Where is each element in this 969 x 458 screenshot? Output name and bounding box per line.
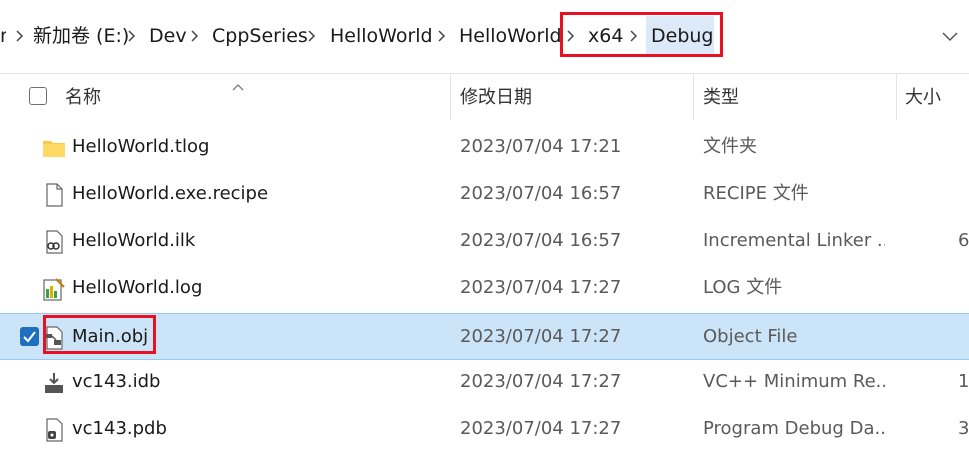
path-highlight-box — [560, 12, 723, 57]
file-row[interactable]: HelloWorld.log 2023/07/04 17:27 LOG 文件 — [0, 265, 969, 312]
select-all-checkbox[interactable] — [29, 87, 47, 105]
file-row[interactable]: HelloWorld.exe.recipe 2023/07/04 16:57 R… — [0, 171, 969, 218]
file-date: 2023/07/04 17:27 — [460, 326, 622, 347]
breadcrumb-helloworld-project[interactable]: HelloWorld — [459, 23, 562, 49]
chevron-right-icon[interactable] — [434, 23, 450, 49]
breadcrumb-helloworld[interactable]: HelloWorld — [330, 23, 433, 49]
file-date: 2023/07/04 16:57 — [460, 230, 622, 251]
column-size[interactable]: 大小 — [905, 86, 941, 110]
file-name[interactable]: vc143.pdb — [72, 416, 432, 442]
chevron-right-icon[interactable] — [124, 23, 140, 49]
file-date: 2023/07/04 17:21 — [460, 136, 622, 157]
file-name[interactable]: HelloWorld.exe.recipe — [72, 181, 432, 207]
column-divider[interactable] — [450, 74, 451, 120]
file-date: 2023/07/04 17:27 — [460, 418, 622, 439]
file-row[interactable]: vc143.pdb 2023/07/04 17:27 Program Debug… — [0, 406, 969, 453]
log-file-icon — [42, 277, 66, 301]
file-row[interactable]: HelloWorld.ilk 2023/07/04 16:57 Incremen… — [0, 218, 969, 265]
sort-ascending-icon — [231, 76, 245, 91]
file-size: 1 — [958, 371, 969, 392]
column-divider[interactable] — [896, 74, 897, 120]
file-type: Incremental Linker ... — [703, 230, 885, 251]
column-divider[interactable] — [693, 74, 694, 120]
file-name[interactable]: HelloWorld.log — [72, 275, 432, 301]
file-type: RECIPE 文件 — [703, 183, 809, 204]
address-bar[interactable]: n 新加卷 (E:) Dev CppSeries HelloWorld Hell… — [0, 0, 969, 73]
file-type: VC++ Minimum Re... — [703, 371, 885, 392]
column-type[interactable]: 类型 — [703, 86, 739, 110]
chevron-right-icon[interactable] — [12, 23, 28, 49]
breadcrumb-cppseries[interactable]: CppSeries — [212, 23, 308, 49]
file-highlight-box — [43, 315, 156, 354]
file-size: 6 — [958, 230, 969, 251]
file-name[interactable]: HelloWorld.tlog — [72, 134, 432, 160]
column-header-row: 名称 修改日期 类型 大小 — [0, 74, 969, 120]
breadcrumb-dev[interactable]: Dev — [149, 23, 187, 49]
file-type: Object File — [703, 326, 798, 347]
file-name[interactable]: vc143.idb — [72, 369, 432, 395]
file-type: LOG 文件 — [703, 277, 783, 298]
file-name[interactable]: HelloWorld.ilk — [72, 228, 432, 254]
breadcrumb-overflow[interactable]: n — [0, 23, 6, 49]
file-row[interactable]: HelloWorld.tlog 2023/07/04 17:21 文件夹 — [0, 124, 969, 171]
linker-file-icon — [42, 230, 66, 254]
file-icon — [42, 183, 66, 207]
file-date: 2023/07/04 17:27 — [460, 277, 622, 298]
folder-icon — [42, 136, 66, 160]
pdb-file-icon — [42, 418, 66, 442]
row-checkbox-checked[interactable] — [20, 327, 39, 346]
chevron-down-icon[interactable] — [940, 26, 960, 46]
file-row[interactable]: vc143.idb 2023/07/04 17:27 VC++ Minimum … — [0, 359, 969, 406]
breadcrumb-drive[interactable]: 新加卷 (E:) — [33, 23, 129, 49]
file-type: Program Debug Da... — [703, 418, 885, 439]
chevron-right-icon[interactable] — [304, 23, 320, 49]
file-date: 2023/07/04 16:57 — [460, 183, 622, 204]
file-date: 2023/07/04 17:27 — [460, 371, 622, 392]
column-date-modified[interactable]: 修改日期 — [460, 86, 532, 110]
file-size: 3 — [958, 418, 969, 439]
idb-file-icon — [42, 371, 66, 395]
file-type: 文件夹 — [703, 136, 757, 157]
column-name[interactable]: 名称 — [65, 86, 101, 110]
chevron-right-icon[interactable] — [187, 23, 203, 49]
